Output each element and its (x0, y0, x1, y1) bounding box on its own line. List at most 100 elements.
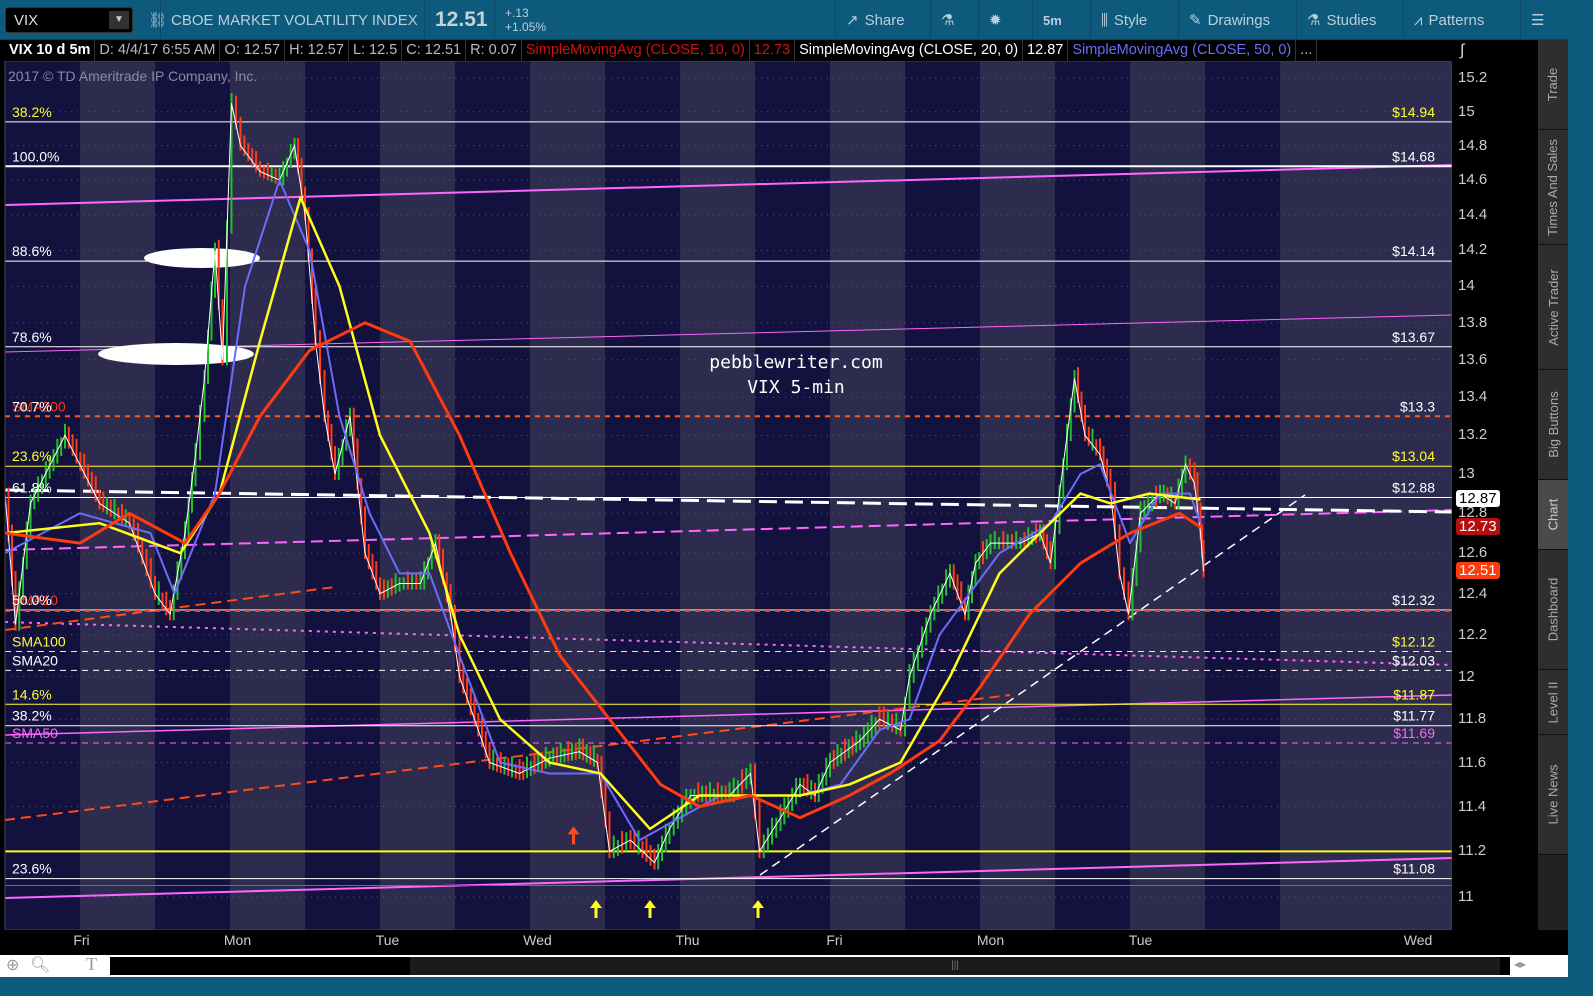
arrow-shaft (572, 834, 575, 845)
studies-button[interactable]: ⚗ Studies (1296, 0, 1387, 40)
share-icon: ↗ (846, 12, 859, 29)
price-badge: 12.87 (1456, 490, 1500, 508)
sidebar-tab-live-news[interactable]: Live News (1538, 735, 1568, 855)
sidebar-tab-label: Live News (1545, 764, 1561, 825)
expand-icon[interactable]: ◂▸ (1514, 957, 1526, 971)
sma10-label[interactable]: SimpleMovingAvg (CLOSE, 10, 0) (522, 40, 750, 61)
y-tick-label: 14.2 (1458, 241, 1488, 259)
scale-icon[interactable]: ∫ (1460, 42, 1464, 60)
arrow-shaft (594, 908, 598, 918)
level-right-label: $12.88 (1392, 479, 1435, 495)
arrow-shaft (648, 908, 652, 918)
symbol-description: CBOE MARKET VOLATILITY INDEX (160, 0, 428, 40)
share-button[interactable]: ↗ Share (835, 0, 915, 40)
scrollbar-thumb[interactable]: ||| (410, 957, 1500, 975)
session-band (80, 61, 155, 930)
chart-title: VIX 10 d 5m (5, 40, 96, 61)
menu-button[interactable]: ☰ (1520, 0, 1554, 40)
flask-icon: ⚗ (941, 12, 955, 29)
sidebar-tab-active-trader[interactable]: Active Trader (1538, 245, 1568, 370)
level-right-label: $13.3 (1400, 398, 1435, 414)
y-tick-label: 13 (1458, 465, 1475, 483)
last-price: 12.51 (424, 0, 498, 40)
y-tick-label: 12 (1458, 667, 1475, 685)
copyright: 2017 © TD Ameritrade IP Company, Inc. (8, 68, 257, 84)
sidebar-tab-big-buttons[interactable]: Big Buttons (1538, 370, 1568, 480)
level-right-label: $11.77 (1393, 708, 1435, 724)
level-left-label: SMA100 (12, 633, 66, 649)
sidebar-tab-chart[interactable]: Chart (1538, 480, 1568, 550)
bottom-controls: ⊕ 🔍︎ T ||| ◂▸ (0, 954, 1568, 977)
sma20-label[interactable]: SimpleMovingAvg (CLOSE, 20, 0) (795, 40, 1024, 61)
status-footer (0, 977, 1593, 996)
x-tick-label: Mon (223, 932, 252, 948)
patterns-icon: ⩘ (1414, 11, 1423, 29)
style-button[interactable]: ⫼ Style (1090, 0, 1157, 40)
more-studies[interactable]: ... (1296, 40, 1318, 61)
chart-scrollbar[interactable]: ||| (110, 957, 1510, 975)
flask-icon: ⚗ (1307, 12, 1321, 29)
sidebar-tab-label: Level II (1545, 681, 1561, 723)
x-tick-label: Wed (523, 932, 552, 948)
crosshair-icon[interactable]: ⊕ (6, 955, 19, 975)
level-left-label: SMA20 (12, 652, 58, 668)
net-change: +.13 (505, 6, 529, 20)
patterns-button[interactable]: ⩘ Patterns (1403, 0, 1494, 40)
level-left-label: 23.6% (12, 448, 52, 464)
candle-icon: ⫼ (1101, 11, 1108, 29)
level-left-label: 14.6% (12, 686, 52, 702)
y-tick-label: 12.4 (1458, 584, 1488, 602)
time-axis: Fri Mon Tue Wed Thu Fri Mon Tue Wed (0, 930, 1536, 955)
level-right-label: $14.94 (1392, 104, 1435, 120)
y-tick-label: 11.2 (1458, 842, 1487, 860)
level-right-label: $14.68 (1392, 148, 1435, 164)
text-tool-icon[interactable]: T (86, 954, 97, 975)
x-tick-label: Tue (375, 932, 400, 948)
level-left-label: 100.0% (12, 148, 59, 164)
zoom-icon[interactable]: 🔍︎ (30, 955, 50, 975)
settings-button[interactable]: ✹ (978, 0, 1012, 40)
sidebar-tab-times-and-sales[interactable]: Times And Sales (1538, 130, 1568, 245)
y-tick-label: 14.8 (1458, 136, 1488, 154)
sma20-value: 12.87 (1023, 40, 1069, 61)
sidebar-tab-label: Trade (1545, 67, 1561, 102)
price-axis[interactable]: 15.2 15 14.8 14.6 14.4 14.2 14 13.8 13.6 13.4 13.2… (1452, 40, 1536, 930)
level-right-label: $11.69 (1393, 725, 1435, 741)
level-left-label: 78.6% (12, 329, 52, 345)
sidebar-tab-level-ii[interactable]: Level II (1538, 670, 1568, 735)
price-chart[interactable]: 2017 © TD Ameritrade IP Company, Inc. 38.… (0, 0, 1593, 996)
overnight-band (1205, 61, 1280, 930)
bar-low: L: 12.5 (349, 40, 403, 61)
y-tick-label: 15.2 (1458, 69, 1488, 87)
toolbar: VIX ▼ ⛓ CBOE MARKET VOLATILITY INDEX 12.5… (0, 0, 1593, 40)
overnight-band (305, 61, 380, 930)
sidebar-tab-label: Times And Sales (1545, 138, 1561, 236)
sma10-value: 12.73 (750, 40, 796, 61)
price-badge: 12.51 (1456, 562, 1500, 580)
overnight-band (905, 61, 980, 930)
y-tick-label: 14.6 (1458, 171, 1488, 189)
timeframe-button[interactable]: 5m (1032, 0, 1072, 40)
level-right-label: $12.32 (1392, 592, 1435, 608)
pencil-icon: ✎ (1189, 12, 1202, 29)
sidebar-tab-trade[interactable]: Trade (1538, 40, 1568, 130)
level-right-label: $14.14 (1392, 243, 1435, 259)
level-right-label: $12.03 (1392, 652, 1435, 668)
flask-button[interactable]: ⚗ (930, 0, 964, 40)
sidebar-tab-dashboard[interactable]: Dashboard (1538, 550, 1568, 670)
session-band (1355, 61, 1430, 930)
level-right-label: $13.67 (1392, 329, 1435, 345)
x-tick-label: Mon (976, 932, 1005, 948)
x-tick-label: Thu (675, 932, 700, 948)
sidebar-tab-label: Big Buttons (1545, 391, 1561, 458)
bar-high: H: 12.57 (285, 40, 349, 61)
bar-range: R: 0.07 (466, 40, 522, 61)
sma50-label[interactable]: SimpleMovingAvg (CLOSE, 50, 0) (1068, 40, 1297, 61)
level-left-label: 61.8% (12, 479, 52, 495)
y-tick-label: 13.8 (1458, 313, 1488, 331)
overnight-band (5, 61, 80, 930)
sidebar-tab-label: Active Trader (1545, 268, 1561, 346)
symbol-selector[interactable]: VIX ▼ (5, 7, 133, 33)
drawings-button[interactable]: ✎ Drawings (1178, 0, 1280, 40)
chevron-down-icon[interactable]: ▼ (109, 11, 129, 29)
